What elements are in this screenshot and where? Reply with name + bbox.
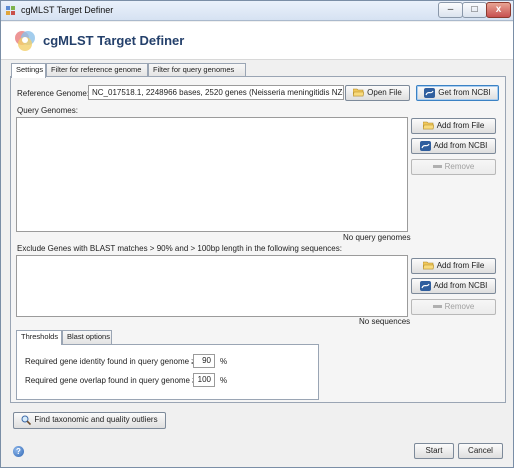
overlap-unit: % (220, 376, 228, 385)
query-genomes-list[interactable] (16, 117, 408, 232)
help-icon[interactable]: ? (13, 446, 24, 457)
settings-panel: Reference Genome: NC_017518.1, 2248966 b… (10, 76, 506, 403)
exclude-sequences-status: No sequences (359, 317, 411, 326)
exclude-add-file-label: Add from File (436, 261, 485, 270)
identity-threshold-input[interactable]: 90 (193, 354, 215, 368)
open-file-button[interactable]: Open File (345, 85, 410, 101)
ncbi-icon (424, 87, 436, 98)
reference-genome-label: Reference Genome: (17, 89, 90, 98)
query-add-ncbi-label: Add from NCBI (433, 141, 488, 150)
query-remove-button[interactable]: Remove (411, 159, 496, 175)
query-add-file-label: Add from File (436, 121, 485, 130)
header-title: cgMLST Target Definer (43, 33, 185, 48)
thresholds-panel: Required gene identity found in query ge… (16, 344, 319, 400)
main-window: cgMLST Target Definer – □ x cgMLST Targe… (0, 0, 514, 468)
open-file-label: Open File (367, 88, 402, 97)
start-button[interactable]: Start (414, 443, 454, 459)
tab-filter-query[interactable]: Filter for query genomes (148, 63, 246, 77)
find-outliers-button[interactable]: Find taxonomic and quality outliers (13, 412, 166, 429)
identity-unit: % (220, 357, 228, 366)
identity-threshold-label: Required gene identity found in query ge… (25, 357, 196, 366)
query-genomes-status: No query genomes (343, 233, 411, 242)
folder-open-icon (353, 89, 365, 97)
minimize-button[interactable]: – (438, 2, 463, 18)
exclude-genes-label: Exclude Genes with BLAST matches > 90% a… (17, 244, 342, 253)
get-from-ncbi-button[interactable]: Get from NCBI (416, 85, 499, 101)
folder-open-icon (422, 262, 434, 270)
tab-blast-options[interactable]: Blast options (62, 330, 112, 344)
maximize-button[interactable]: □ (462, 2, 487, 18)
exclude-remove-button[interactable]: Remove (411, 299, 496, 315)
query-add-from-ncbi-button[interactable]: Add from NCBI (411, 138, 496, 154)
tab-thresholds[interactable]: Thresholds (16, 330, 62, 345)
exclude-add-ncbi-label: Add from NCBI (433, 281, 488, 290)
query-genomes-label: Query Genomes: (17, 106, 78, 115)
query-remove-label: Remove (444, 162, 475, 171)
title-bar[interactable]: cgMLST Target Definer – □ x (1, 1, 513, 21)
exclude-add-from-file-button[interactable]: Add from File (411, 258, 496, 274)
query-add-from-file-button[interactable]: Add from File (411, 118, 496, 134)
magnifier-icon (21, 415, 32, 425)
ncbi-icon (419, 280, 431, 291)
exclude-sequences-list[interactable] (16, 255, 408, 317)
folder-open-icon (422, 122, 434, 130)
tab-filter-reference[interactable]: Filter for reference genome (46, 63, 148, 77)
close-button[interactable]: x (486, 2, 511, 18)
get-from-ncbi-label: Get from NCBI (438, 88, 491, 97)
overlap-threshold-label: Required gene overlap found in query gen… (25, 376, 197, 385)
app-logo-icon (15, 31, 35, 51)
overlap-threshold-input[interactable]: 100 (193, 373, 215, 387)
tab-settings[interactable]: Settings (11, 63, 46, 78)
window-title: cgMLST Target Definer (21, 5, 114, 15)
exclude-remove-label: Remove (444, 302, 475, 311)
find-outliers-label: Find taxonomic and quality outliers (34, 415, 158, 424)
app-small-icon (6, 6, 15, 15)
cancel-button[interactable]: Cancel (458, 443, 503, 459)
reference-genome-field[interactable]: NC_017518.1, 2248966 bases, 2520 genes (… (88, 85, 344, 100)
exclude-add-from-ncbi-button[interactable]: Add from NCBI (411, 278, 496, 294)
app-header: cgMLST Target Definer (1, 22, 513, 60)
remove-icon (432, 165, 442, 169)
ncbi-icon (419, 140, 431, 151)
remove-icon (432, 305, 442, 309)
